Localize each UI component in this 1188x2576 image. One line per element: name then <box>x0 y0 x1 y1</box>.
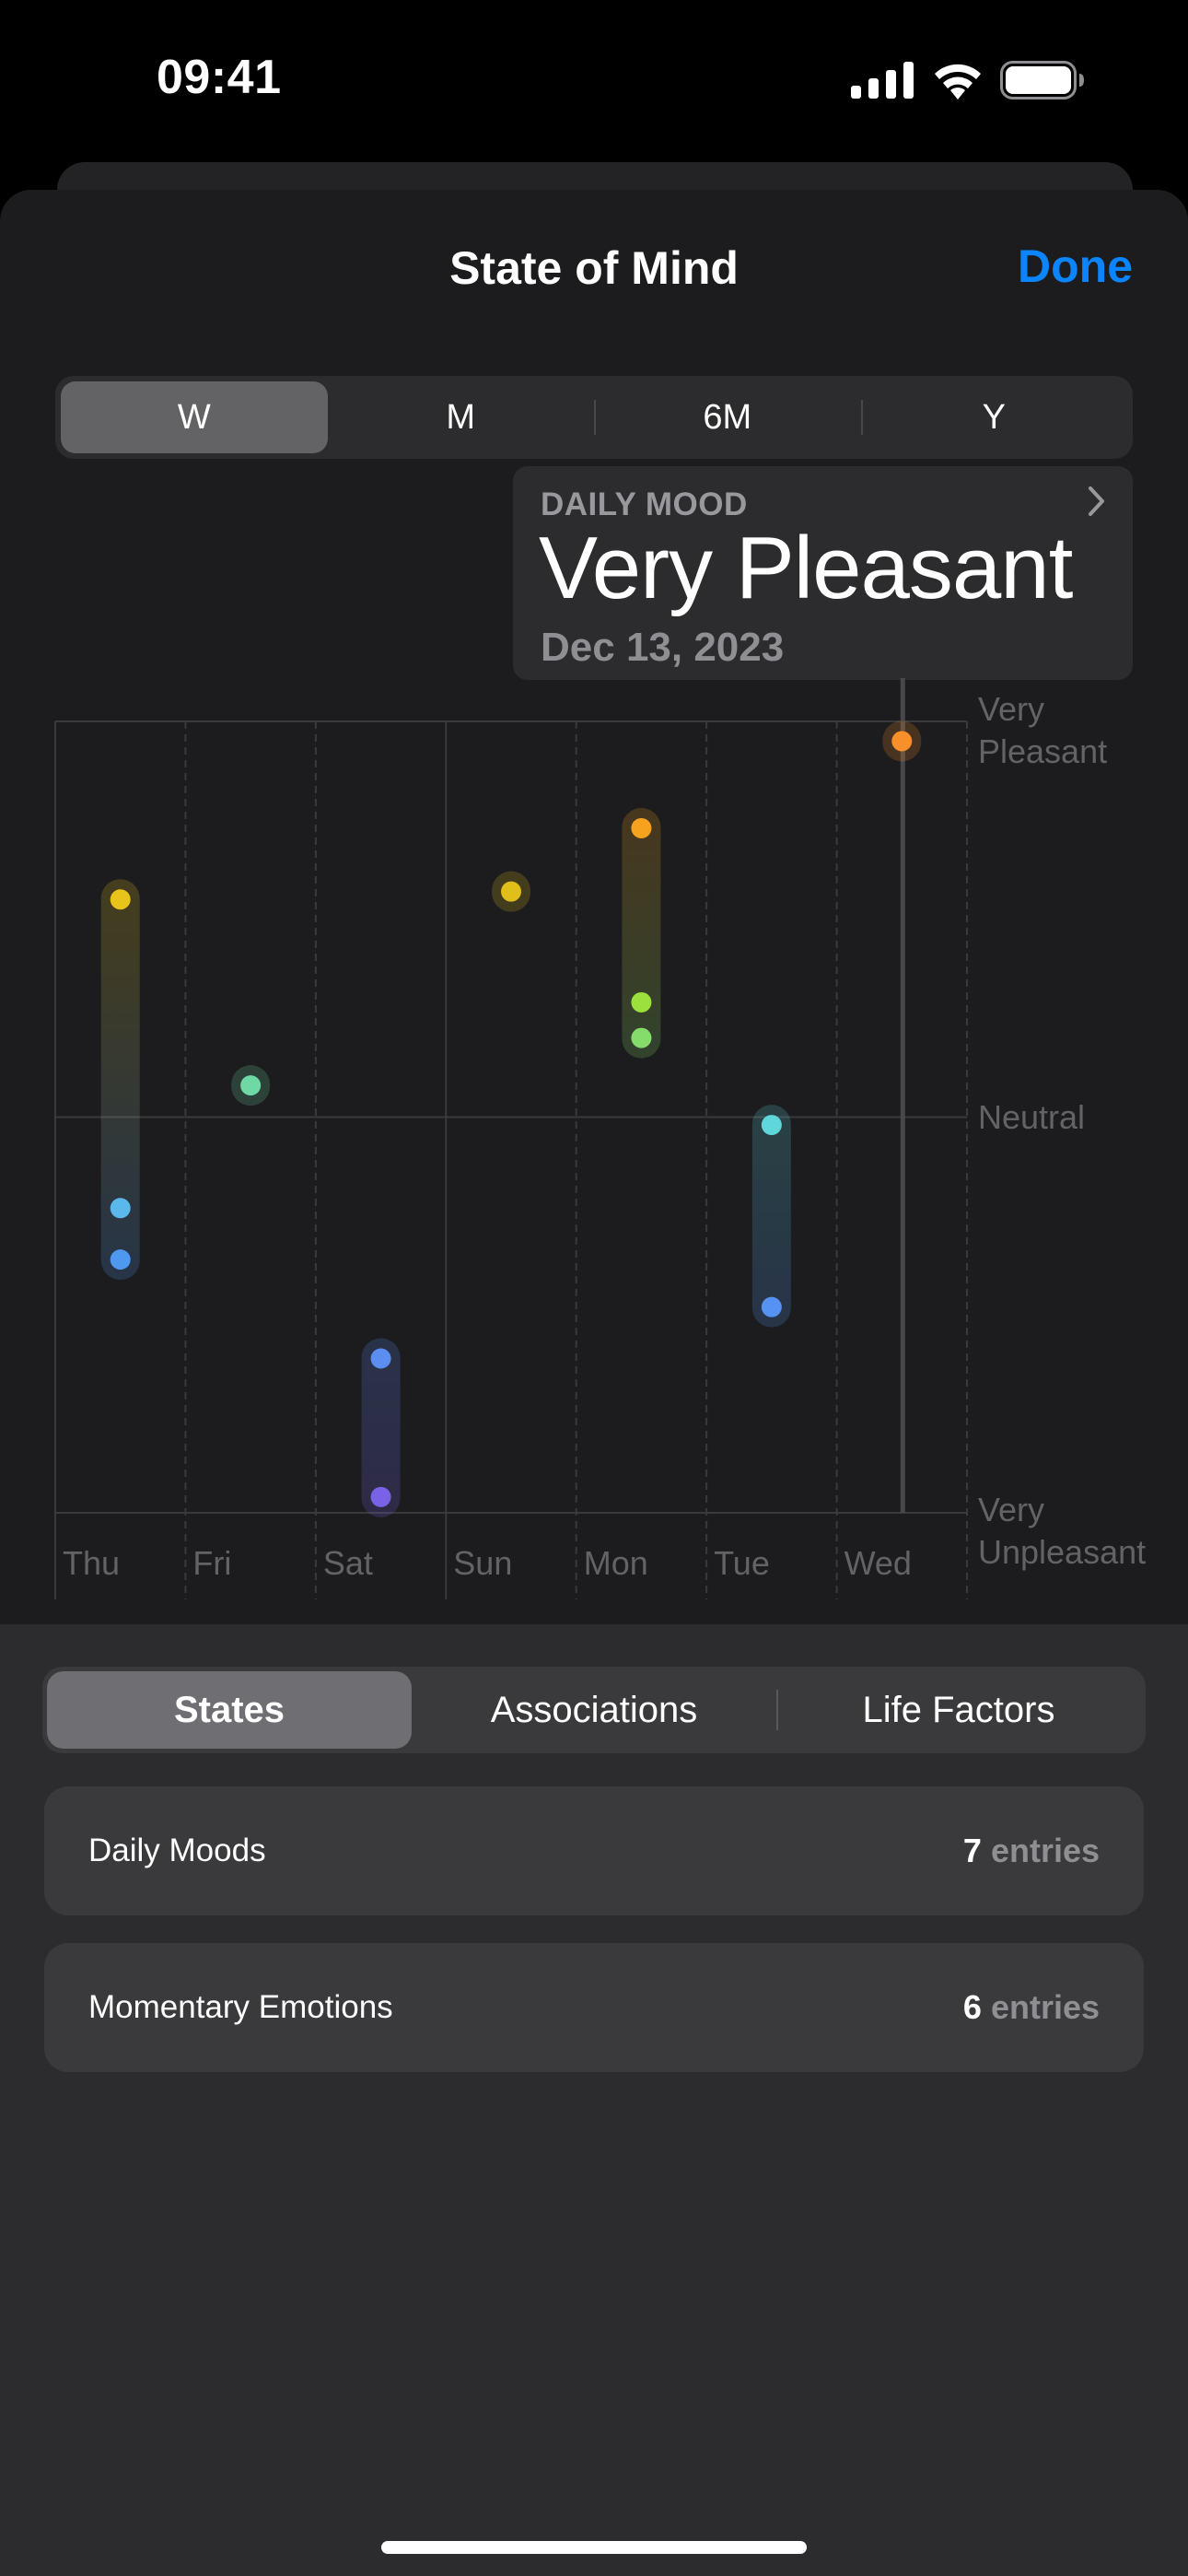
range-capsule-mon <box>622 807 661 1059</box>
states-segmented-control: States Associations Life Factors <box>42 1667 1146 1753</box>
page-title: State of Mind <box>449 242 739 294</box>
mood-point-mon <box>631 1027 652 1048</box>
mood-point-tue <box>761 1115 782 1136</box>
mood-point-mon <box>631 991 652 1013</box>
row-count: 6 entries <box>963 1988 1100 2027</box>
y-axis-label-line: Neutral <box>978 1097 1086 1136</box>
mood-point-mon <box>631 817 652 838</box>
chevron-right-icon <box>1089 486 1104 516</box>
y-axis-label: Neutral <box>978 1096 1085 1139</box>
callout-date: Dec 13, 2023 <box>541 625 785 670</box>
y-axis-label-line: Very <box>978 1491 1045 1528</box>
mood-point-tue <box>761 1296 782 1317</box>
callout-mood-value: Very Pleasant <box>539 519 1073 617</box>
cellular-signal-icon <box>851 62 914 99</box>
mood-point-thu <box>110 1198 131 1219</box>
x-axis-label-thu: Thu <box>63 1544 121 1582</box>
y-axis-label: Very Unpleasant <box>978 1489 1146 1574</box>
mood-point-sat <box>370 1486 391 1507</box>
mood-point-sat <box>370 1348 391 1369</box>
row-count-unit: entries <box>990 1988 1100 2026</box>
mood-point-thu <box>110 1249 131 1270</box>
mood-point-sun <box>501 881 521 902</box>
tab-states[interactable]: States <box>47 1671 412 1749</box>
battery-icon <box>1000 61 1084 100</box>
wifi-icon <box>935 64 981 100</box>
x-axis-label-wed: Wed <box>844 1544 912 1582</box>
daily-moods-row[interactable]: Daily Moods 7 entries <box>44 1786 1144 1915</box>
done-button[interactable]: Done <box>1018 240 1133 293</box>
y-axis-label-line: Very <box>978 690 1045 728</box>
x-axis-label-tue: Tue <box>714 1544 770 1582</box>
period-option-m[interactable]: M <box>328 381 595 453</box>
y-axis-label-line: Pleasant <box>978 732 1108 770</box>
status-time: 09:41 <box>157 51 282 104</box>
x-axis-label-fri: Fri <box>192 1544 232 1582</box>
y-axis-label-line: Unpleasant <box>978 1533 1147 1571</box>
y-axis-label: Very Pleasant <box>978 688 1107 773</box>
mood-point-wed <box>891 731 913 752</box>
range-capsule-tue <box>751 1105 791 1328</box>
row-title: Momentary Emotions <box>88 1989 393 2025</box>
status-icons <box>851 61 1085 100</box>
mood-point-thu <box>110 889 131 910</box>
period-segmented-control: W M 6M Y <box>55 376 1133 459</box>
period-option-y[interactable]: Y <box>860 381 1128 453</box>
period-option-w[interactable]: W <box>61 381 328 453</box>
status-bar: 09:41 <box>0 0 1188 157</box>
x-axis-label-sun: Sun <box>453 1544 513 1582</box>
row-title: Daily Moods <box>88 1832 266 1868</box>
x-axis-label-mon: Mon <box>583 1544 648 1582</box>
range-capsule-thu <box>100 879 140 1281</box>
tab-associations[interactable]: Associations <box>412 1671 776 1749</box>
period-option-6m[interactable]: 6M <box>594 381 861 453</box>
row-count-number: 7 <box>962 1832 982 1869</box>
row-count-unit: entries <box>990 1832 1100 1869</box>
details-panel: States Associations Life Factors Daily M… <box>0 1624 1188 2576</box>
home-indicator[interactable] <box>381 2541 807 2554</box>
tab-life-factors[interactable]: Life Factors <box>776 1671 1141 1749</box>
momentary-emotions-row[interactable]: Momentary Emotions 6 entries <box>44 1943 1144 2072</box>
daily-mood-callout[interactable]: DAILY MOOD Very Pleasant Dec 13, 2023 <box>513 466 1133 680</box>
state-of-mind-sheet: State of Mind Done W M 6M Y DAILY MOOD V… <box>0 190 1188 2576</box>
mood-point-fri <box>240 1075 262 1096</box>
row-count: 7 entries <box>963 1832 1100 1870</box>
row-count-number: 6 <box>962 1988 982 2026</box>
x-axis-label-sat: Sat <box>322 1544 373 1582</box>
